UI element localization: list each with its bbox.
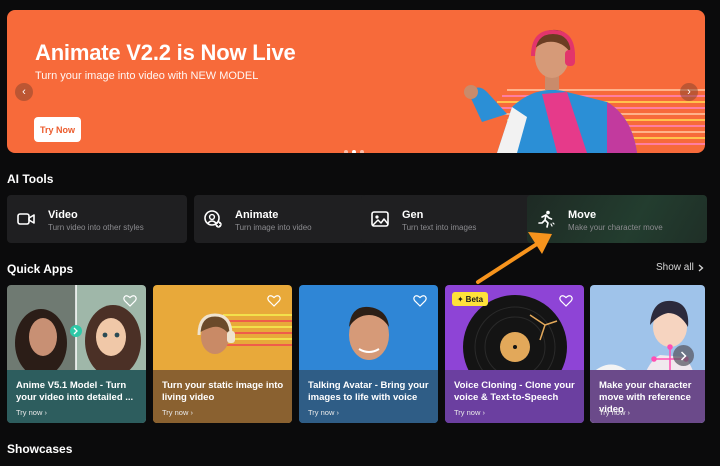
app-title: Voice Cloning - Clone your voice & Text-… xyxy=(454,380,575,403)
hero-subtitle: Turn your image into video with NEW MODE… xyxy=(35,70,259,82)
app-card-living-video[interactable]: Turn your static image into living video… xyxy=(153,285,292,423)
try-now-link[interactable]: Try now › xyxy=(162,408,193,417)
try-now-link[interactable]: Try now › xyxy=(16,408,47,417)
beta-label: Beta xyxy=(465,294,484,304)
showcases-heading: Showcases xyxy=(7,442,73,456)
show-all-label: Show all xyxy=(656,262,694,273)
chevron-left-icon: ‹ xyxy=(22,86,26,98)
app-card-voice-cloning[interactable]: ✦ Beta Voice Cloning - Clone your voice … xyxy=(445,285,584,423)
video-camera-icon xyxy=(17,213,35,225)
tool-card-move[interactable]: Move Make your character move xyxy=(527,195,707,243)
running-figure-icon xyxy=(538,210,555,228)
try-now-link[interactable]: Try now › xyxy=(599,408,630,417)
chevron-right-icon xyxy=(680,350,687,361)
try-now-button[interactable]: Try Now xyxy=(34,117,81,142)
hero-prev-button[interactable]: ‹ xyxy=(15,83,33,101)
try-now-label: Try now xyxy=(308,408,335,417)
hero-next-button[interactable]: › xyxy=(680,83,698,101)
carousel-dots xyxy=(344,150,364,153)
carousel-dot-active[interactable] xyxy=(352,150,356,153)
heart-icon[interactable] xyxy=(559,294,573,307)
tool-name: Move xyxy=(568,209,597,221)
sparkle-icon: ✦ xyxy=(456,294,464,304)
app-title: Turn your static image into living video xyxy=(162,380,284,403)
tool-description: Turn image into video xyxy=(235,223,312,232)
animate-portrait-icon xyxy=(204,210,222,228)
try-now-label: Try now xyxy=(16,408,43,417)
try-now-label: Try now xyxy=(599,408,626,417)
heart-icon[interactable] xyxy=(413,294,427,307)
hero-title: Animate V2.2 is Now Live xyxy=(35,40,296,65)
try-now-label: Try now xyxy=(162,408,189,417)
heart-icon[interactable] xyxy=(123,294,137,307)
app-title: Talking Avatar - Bring your images to li… xyxy=(308,380,429,403)
tool-card-animate[interactable]: Animate Turn image into video xyxy=(194,195,374,243)
tool-name: Video xyxy=(48,209,78,221)
tool-description: Make your character move xyxy=(568,223,663,232)
hero-banner[interactable]: Animate V2.2 is Now Live Turn your image… xyxy=(7,10,705,153)
try-now-label: Try now xyxy=(454,408,481,417)
heart-icon[interactable] xyxy=(267,294,281,307)
chevron-right-icon: › xyxy=(687,86,691,98)
carousel-dot[interactable] xyxy=(360,150,364,153)
image-icon xyxy=(371,211,389,227)
tool-description: Turn text into images xyxy=(402,223,477,232)
try-now-link[interactable]: Try now › xyxy=(308,408,339,417)
show-all-link[interactable]: Show all xyxy=(656,262,704,273)
hero-person-illustration xyxy=(464,29,637,153)
carousel-dot[interactable] xyxy=(344,150,348,153)
tool-card-video[interactable]: Video Turn video into other styles xyxy=(7,195,187,243)
tool-card-gen[interactable]: Gen Turn text into images xyxy=(361,195,541,243)
ai-tools-heading: AI Tools xyxy=(7,172,54,186)
tool-description: Turn video into other styles xyxy=(48,223,144,232)
beta-badge: ✦ Beta xyxy=(452,292,488,306)
quick-apps-next-button[interactable] xyxy=(673,345,694,366)
tool-name: Animate xyxy=(235,209,279,221)
app-title: Anime V5.1 Model - Turn your video into … xyxy=(16,380,134,403)
chevron-right-icon xyxy=(698,264,704,271)
app-card-talking-avatar[interactable]: Talking Avatar - Bring your images to li… xyxy=(299,285,438,423)
app-card-anime[interactable]: Anime V5.1 Model - Turn your video into … xyxy=(7,285,146,423)
tool-name: Gen xyxy=(402,209,424,221)
try-now-link[interactable]: Try now › xyxy=(454,408,485,417)
quick-apps-heading: Quick Apps xyxy=(7,262,74,276)
